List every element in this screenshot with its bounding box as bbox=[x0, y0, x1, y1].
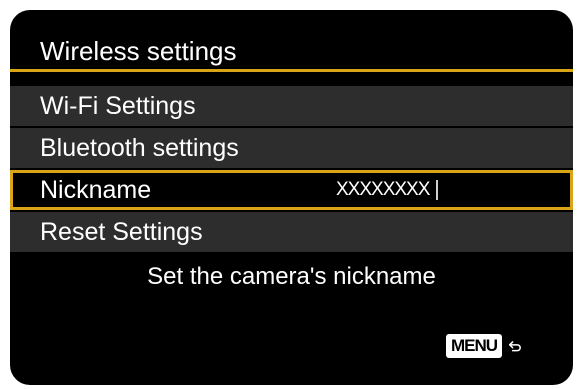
header: Wireless settings bbox=[10, 30, 573, 72]
text-cursor bbox=[436, 180, 438, 200]
menu-item-bluetooth-settings[interactable]: Bluetooth settings bbox=[10, 128, 573, 168]
help-text: Set the camera's nickname bbox=[147, 263, 436, 290]
nickname-value: XXXXXXXX bbox=[336, 179, 430, 200]
menu-item-label: Nickname bbox=[40, 176, 152, 204]
settings-menu: Wi-Fi Settings Bluetooth settings Nickna… bbox=[10, 86, 573, 254]
menu-item-reset-settings[interactable]: Reset Settings bbox=[10, 212, 573, 252]
menu-button-label: MENU bbox=[446, 334, 503, 358]
header-divider bbox=[10, 69, 573, 72]
menu-item-label: Bluetooth settings bbox=[40, 134, 239, 162]
menu-back-button[interactable]: MENU bbox=[446, 329, 522, 363]
camera-screen: Wireless settings Wi-Fi Settings Bluetoo… bbox=[10, 10, 573, 385]
menu-item-nickname[interactable]: Nickname XXXXXXXX bbox=[10, 170, 573, 210]
page-title: Wireless settings bbox=[40, 36, 237, 66]
menu-item-wifi-settings[interactable]: Wi-Fi Settings bbox=[10, 86, 573, 126]
menu-item-label: Reset Settings bbox=[40, 218, 203, 246]
return-arrow-icon bbox=[509, 341, 521, 352]
menu-item-label: Wi-Fi Settings bbox=[40, 92, 196, 120]
